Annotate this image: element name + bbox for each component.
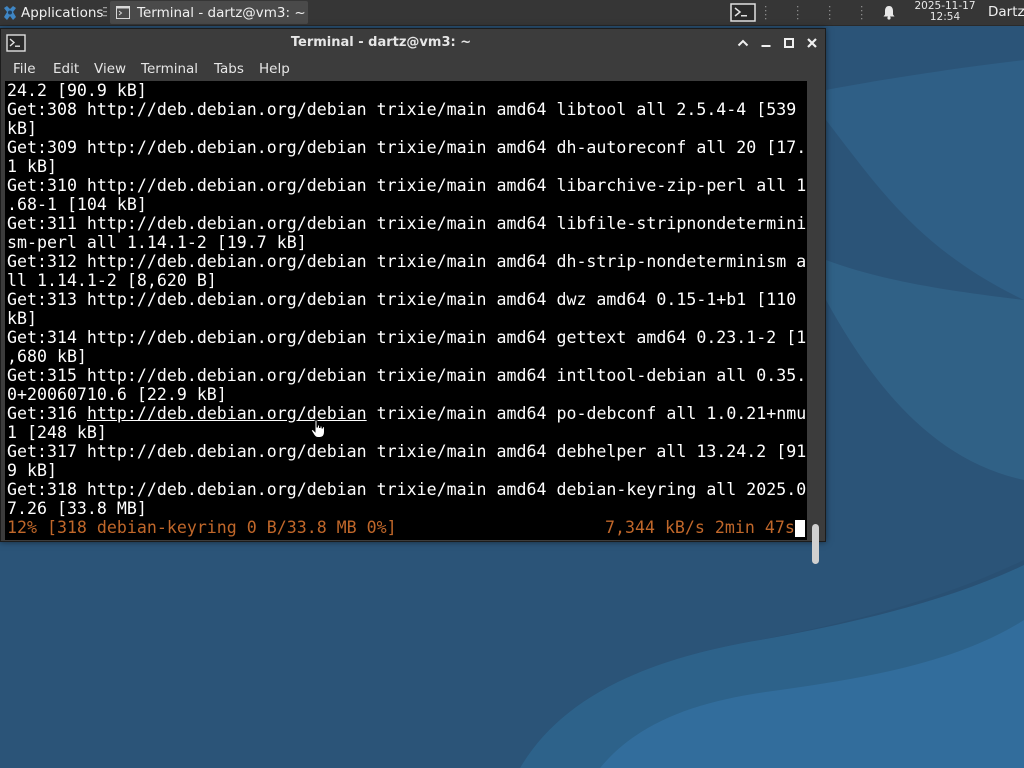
panel-separator [829, 6, 831, 20]
menu-edit[interactable]: Edit [53, 57, 79, 81]
terminal-icon [730, 2, 756, 22]
line-suffix: trixie/main amd64 po-debconf all 1.0.21+… [366, 404, 807, 423]
menu-view[interactable]: View [94, 57, 126, 81]
terminal-line: 9 kB] [7, 461, 57, 480]
terminal-launcher-button[interactable] [728, 1, 758, 23]
terminal-line: Get:308 http://deb.debian.org/debian tri… [7, 100, 797, 119]
terminal-line: Get:309 http://deb.debian.org/debian tri… [7, 138, 807, 157]
terminal-line: 1 [248 kB] [7, 423, 107, 442]
terminal-icon [116, 6, 130, 19]
menu-tabs[interactable]: Tabs [214, 57, 244, 81]
close-icon[interactable] [804, 35, 820, 51]
terminal-line: Get:313 http://deb.debian.org/debian tri… [7, 290, 797, 309]
terminal-line: .68-1 [104 kB] [7, 195, 147, 214]
terminal-output[interactable]: 24.2 [90.9 kB] Get:308 http://deb.debian… [5, 81, 807, 540]
terminal-line: Get:317 http://deb.debian.org/debian tri… [7, 442, 807, 461]
terminal-line: 7.26 [33.8 MB] [7, 499, 147, 518]
terminal-line: 24.2 [90.9 kB] [7, 81, 147, 100]
terminal-line: ,680 kB] [7, 347, 87, 366]
clock-time: 12:54 [929, 11, 961, 23]
terminal-line: sm-perl all 1.14.1-2 [19.7 kB] [7, 233, 307, 252]
terminal-line: Get:311 http://deb.debian.org/debian tri… [7, 214, 807, 233]
terminal-window: Terminal - dartz@vm3: ~ File Edit View T… [0, 28, 826, 564]
top-panel: Applications Terminal - dartz@vm3: ~ 202… [0, 0, 1024, 26]
terminal-line: Get:312 http://deb.debian.org/debian tri… [7, 252, 807, 271]
panel-separator [797, 6, 799, 20]
terminal-line: 0+20060710.6 [22.9 kB] [7, 385, 227, 404]
window-titlebar[interactable]: Terminal - dartz@vm3: ~ [1, 29, 825, 57]
panel-separator [861, 6, 863, 20]
scrollbar-thumb[interactable] [812, 524, 819, 564]
terminal-line: Get:315 http://deb.debian.org/debian tri… [7, 366, 807, 385]
xfce-mouse-icon [4, 5, 16, 20]
menu-help[interactable]: Help [259, 57, 290, 81]
menu-file[interactable]: File [13, 57, 36, 81]
scrollbar[interactable] [808, 81, 824, 564]
terminal-line: Get:314 http://deb.debian.org/debian tri… [7, 328, 807, 347]
taskbar-item-terminal[interactable]: Terminal - dartz@vm3: ~ [110, 1, 308, 24]
apt-progress-status: 12% [318 debian-keyring 0 B/33.8 MB 0%] [7, 518, 397, 537]
terminal-line: kB] [7, 119, 37, 138]
panel-clock[interactable]: 2025-11-17 12:54 [906, 1, 984, 24]
apt-download-rate: 7,344 kB/s 2min 47s [605, 518, 795, 537]
bell-icon[interactable] [882, 5, 896, 20]
terminal-line: ll 1.14.1-2 [8,620 B] [7, 271, 217, 290]
panel-separator [765, 6, 767, 20]
window-title: Terminal - dartz@vm3: ~ [290, 35, 472, 50]
terminal-line: Get:310 http://deb.debian.org/debian tri… [7, 176, 807, 195]
chevron-up-icon[interactable] [735, 35, 751, 51]
panel-separator [103, 7, 107, 17]
applications-menu-button[interactable]: Applications [2, 0, 103, 25]
terminal-line: 1 kB] [7, 157, 57, 176]
user-menu-button[interactable]: Dartz [988, 4, 1024, 20]
maximize-icon[interactable] [781, 35, 797, 51]
terminal-line-hovered: Get:316 http://deb.debian.org/debian tri… [7, 404, 806, 423]
taskbar-item-label: Terminal - dartz@vm3: ~ [137, 4, 306, 21]
minimize-icon[interactable] [758, 35, 774, 51]
menu-bar: File Edit View Terminal Tabs Help [1, 57, 825, 81]
hand-pointer-icon [310, 419, 325, 438]
menu-terminal[interactable]: Terminal [141, 57, 198, 81]
text-cursor [795, 520, 805, 537]
line-prefix: Get:316 [7, 404, 87, 423]
terminal-line: Get:318 http://deb.debian.org/debian tri… [7, 480, 807, 499]
applications-label: Applications [21, 4, 104, 21]
terminal-line: kB] [7, 309, 37, 328]
